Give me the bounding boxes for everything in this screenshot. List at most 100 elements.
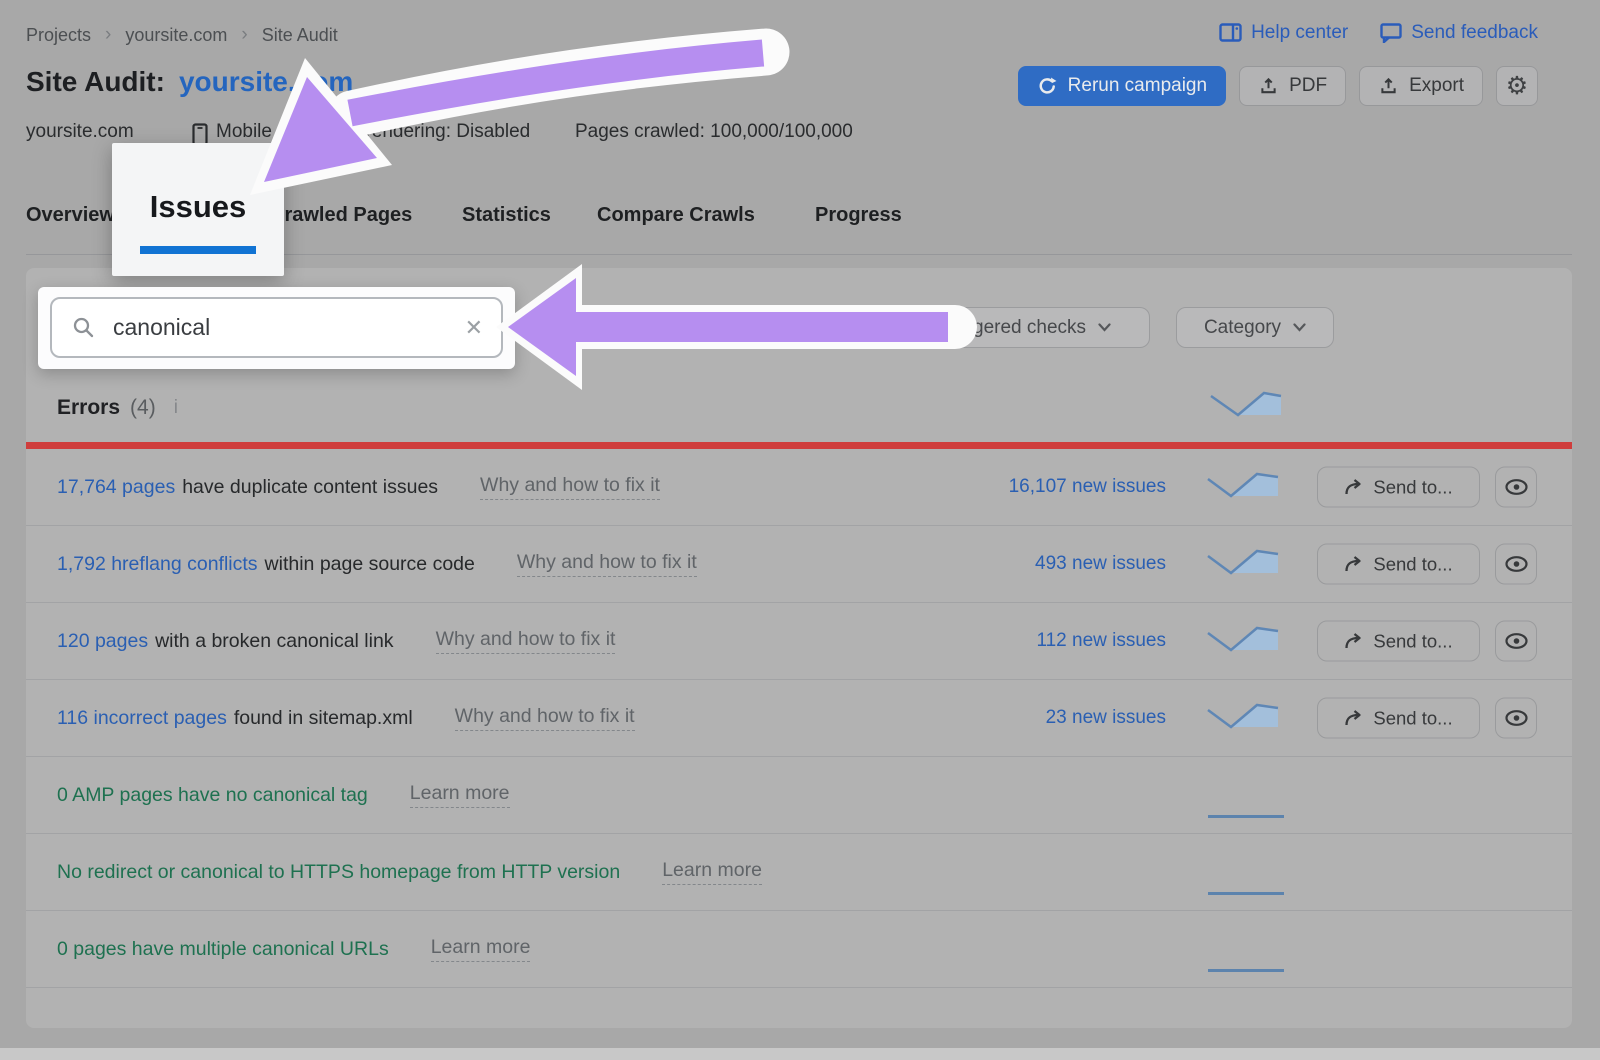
breadcrumb: Projects › yoursite.com › Site Audit (26, 24, 338, 46)
new-issues-link[interactable]: 112 new issues (1036, 630, 1166, 652)
search-icon (72, 316, 95, 339)
issue-text: 0 AMP pages have no canonical tag Learn … (57, 757, 510, 833)
issue-row: 1,792 hreflang conflicts within page sou… (26, 526, 1572, 603)
settings-button[interactable]: ⚙ (1496, 66, 1538, 106)
issue-help-link[interactable]: Why and how to fix it (480, 474, 660, 500)
issue-row: 116 incorrect pages found in sitemap.xml… (26, 680, 1572, 757)
tab-progress[interactable]: Progress (815, 204, 902, 227)
hide-issue-button[interactable] (1495, 621, 1537, 662)
gear-icon: ⚙ (1506, 74, 1528, 99)
issue-help-link[interactable]: Learn more (410, 782, 510, 808)
issue-help-link[interactable]: Learn more (662, 859, 762, 885)
issues-tab-callout[interactable]: Issues (112, 143, 284, 276)
forward-arrow-icon (1344, 556, 1363, 573)
issue-search-box[interactable]: ✕ (50, 297, 503, 358)
upload-icon (1378, 76, 1399, 97)
category-dropdown[interactable]: Category (1176, 307, 1334, 348)
errors-section-header: Errors (4) i (57, 380, 178, 436)
upload-icon (1258, 76, 1279, 97)
info-domain: yoursite.com (26, 121, 134, 143)
issue-text: 120 pages with a broken canonical link W… (57, 603, 615, 679)
issue-description: 0 AMP pages have no canonical tag (57, 784, 368, 807)
send-to-button[interactable]: Send to... (1317, 467, 1480, 508)
trend-sparkline (1205, 699, 1281, 737)
issue-help-link[interactable]: Why and how to fix it (436, 628, 616, 654)
page-title: Site Audit:yoursite.com (26, 66, 353, 98)
chat-bubble-icon (1380, 23, 1402, 43)
hide-issue-button[interactable] (1495, 467, 1537, 508)
issue-row: No redirect or canonical to HTTPS homepa… (26, 834, 1572, 911)
help-center-link[interactable]: Help center (1219, 22, 1348, 44)
eye-icon (1504, 556, 1529, 573)
issue-help-link[interactable]: Why and how to fix it (455, 705, 635, 731)
eye-icon (1504, 479, 1529, 496)
new-issues-link[interactable]: 493 new issues (1035, 553, 1166, 575)
issue-count-link[interactable]: 1,792 hreflang conflicts (57, 553, 258, 576)
info-js-rendering: JS rendering: Disabled (338, 121, 530, 143)
issue-text: 17,764 pages have duplicate content issu… (57, 449, 660, 525)
issue-count-link[interactable]: 116 incorrect pages (57, 707, 227, 730)
header-actions: Rerun campaign PDF Export ⚙ (1018, 66, 1538, 106)
segment-notices[interactable]: Notices 0 (718, 308, 846, 347)
chevron-down-icon (1098, 323, 1111, 332)
issue-row: 120 pages with a broken canonical link W… (26, 603, 1572, 680)
issue-row: 0 pages have multiple canonical URLs Lea… (26, 911, 1572, 988)
hide-issue-button[interactable] (1495, 544, 1537, 585)
issue-description: with a broken canonical link (155, 630, 393, 653)
eye-icon (1504, 633, 1529, 650)
tab-compare-crawls[interactable]: Compare Crawls (597, 204, 755, 227)
trend-sparkline (1205, 622, 1281, 660)
issue-text: 1,792 hreflang conflicts within page sou… (57, 526, 697, 602)
triggered-checks-dropdown[interactable]: Triggered checks (902, 307, 1150, 348)
breadcrumb-domain[interactable]: yoursite.com (125, 25, 227, 46)
info-pages-crawled: Pages crawled: 100,000/100,000 (575, 121, 853, 143)
issue-row: 0 AMP pages have no canonical tag Learn … (26, 757, 1572, 834)
issue-description: found in sitemap.xml (234, 707, 413, 730)
issue-description: within page source code (265, 553, 475, 576)
send-to-button[interactable]: Send to... (1317, 621, 1480, 662)
refresh-icon (1037, 76, 1058, 97)
export-button[interactable]: Export (1359, 66, 1483, 106)
issue-count-link[interactable]: 120 pages (57, 630, 148, 653)
rerun-campaign-button[interactable]: Rerun campaign (1018, 66, 1226, 106)
issue-type-segments: Warnings 0 Notices 0 (574, 307, 848, 348)
chevron-right-icon: › (241, 24, 247, 46)
flat-trend-line (1208, 969, 1284, 972)
send-to-button[interactable]: Send to... (1317, 544, 1480, 585)
hide-issue-button[interactable] (1495, 698, 1537, 739)
new-issues-link[interactable]: 16,107 new issues (1009, 476, 1166, 498)
flat-trend-line (1208, 892, 1284, 895)
issue-row: 17,764 pages have duplicate content issu… (26, 449, 1572, 526)
info-device: Mobile (216, 121, 272, 143)
info-icon[interactable]: i (174, 397, 178, 419)
trend-sparkline (1205, 468, 1281, 506)
chevron-right-icon: › (105, 24, 111, 46)
tab-statistics[interactable]: Statistics (462, 204, 551, 227)
title-domain-link[interactable]: yoursite.com (179, 66, 353, 97)
breadcrumb-projects[interactable]: Projects (26, 25, 91, 46)
issue-text: No redirect or canonical to HTTPS homepa… (57, 834, 762, 910)
forward-arrow-icon (1344, 633, 1363, 650)
tab-issues[interactable]: Issues (112, 189, 284, 225)
clear-search-icon[interactable]: ✕ (465, 315, 483, 341)
flat-trend-line (1208, 815, 1284, 818)
new-issues-link[interactable]: 23 new issues (1046, 707, 1166, 729)
issue-description: No redirect or canonical to HTTPS homepa… (57, 861, 620, 884)
issue-help-link[interactable]: Why and how to fix it (517, 551, 697, 577)
segment-warnings[interactable]: Warnings 0 (575, 308, 718, 347)
forward-arrow-icon (1344, 479, 1363, 496)
tab-crawled-pages[interactable]: Crawled Pages (270, 204, 412, 227)
site-audit-page: Projects › yoursite.com › Site Audit Hel… (0, 0, 1600, 1060)
send-to-button[interactable]: Send to... (1317, 698, 1480, 739)
issue-help-link[interactable]: Learn more (431, 936, 531, 962)
tab-overview[interactable]: Overview (26, 204, 115, 227)
pdf-button[interactable]: PDF (1239, 66, 1346, 106)
breadcrumb-site-audit: Site Audit (262, 25, 338, 46)
search-input[interactable] (111, 313, 391, 342)
send-feedback-link[interactable]: Send feedback (1380, 22, 1538, 44)
errors-trend-sparkline (1208, 388, 1284, 422)
errors-severity-bar (26, 442, 1572, 449)
issue-count-link[interactable]: 17,764 pages (57, 476, 175, 499)
issue-text: 116 incorrect pages found in sitemap.xml… (57, 680, 635, 756)
trend-sparkline (1205, 545, 1281, 583)
